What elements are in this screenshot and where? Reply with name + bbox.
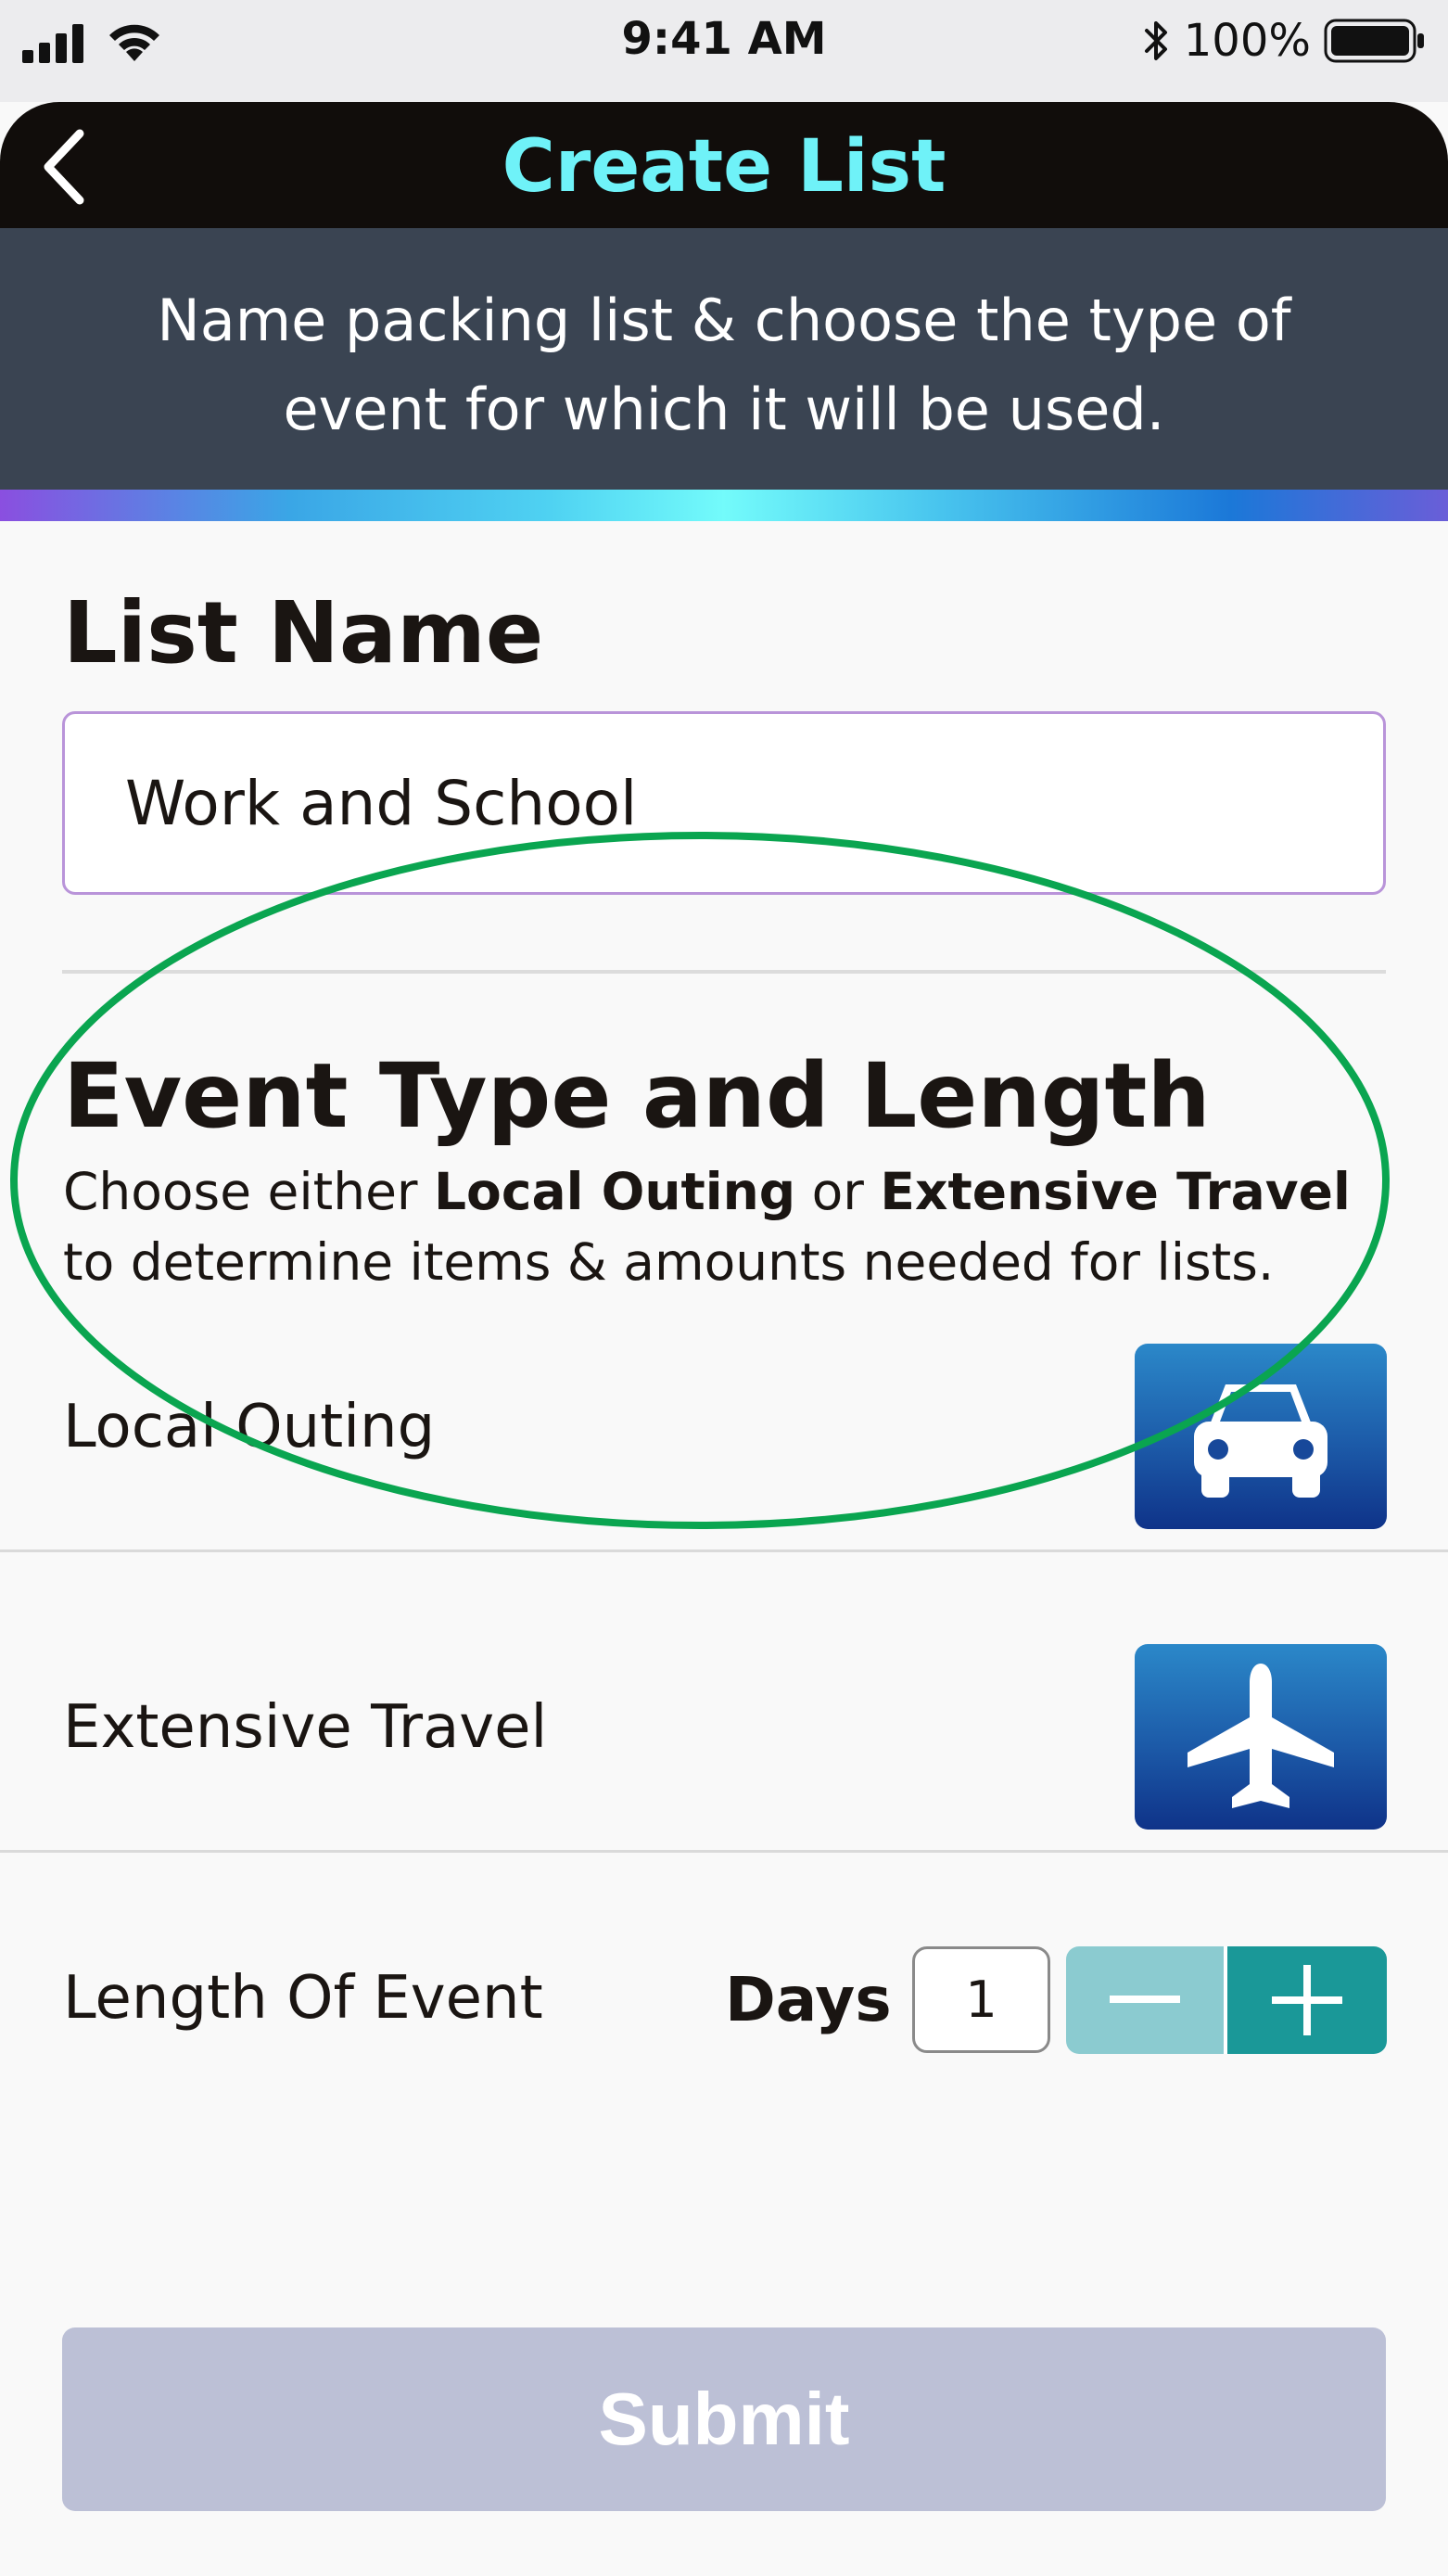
extensive-travel-label: Extensive Travel: [63, 1693, 548, 1762]
section-divider: [62, 970, 1386, 974]
row-divider: [0, 1850, 1448, 1853]
instruction-banner: Name packing list & choose the type of e…: [0, 228, 1448, 490]
list-name-input[interactable]: [62, 711, 1386, 895]
event-type-heading: Event Type and Length: [63, 1044, 1211, 1148]
local-outing-label: Local Outing: [63, 1393, 436, 1461]
submit-button[interactable]: Submit: [62, 2327, 1386, 2511]
event-type-description: Choose either Local Outing or Extensive …: [63, 1156, 1398, 1297]
desc-suffix: to determine items & amounts needed for …: [63, 1232, 1275, 1292]
status-bar: 9:41 AM 100%: [0, 0, 1448, 102]
battery-icon: [1324, 19, 1424, 63]
days-stepper: [1066, 1946, 1387, 2054]
bluetooth-icon: [1144, 21, 1167, 60]
row-divider: [0, 1549, 1448, 1552]
plus-icon: [1272, 1965, 1342, 2035]
decrement-button[interactable]: [1066, 1946, 1224, 2054]
increment-button[interactable]: [1227, 1946, 1387, 2054]
status-right-icons: 100%: [1143, 13, 1426, 69]
local-outing-button[interactable]: [1135, 1344, 1387, 1529]
nav-header: Create List: [0, 102, 1448, 228]
desc-extensive-travel: Extensive Travel: [880, 1162, 1351, 1221]
desc-prefix: Choose either: [63, 1162, 435, 1221]
length-of-event-label: Length Of Event: [63, 1964, 543, 2033]
desc-or: or: [795, 1162, 881, 1221]
list-name-heading: List Name: [63, 583, 544, 682]
gradient-divider: [0, 490, 1448, 521]
instruction-text: Name packing list & choose the type of e…: [157, 287, 1291, 443]
page-title: Create List: [502, 125, 946, 209]
extensive-travel-button[interactable]: [1135, 1644, 1387, 1830]
days-label: Days: [725, 1964, 892, 2035]
airplane-icon: [1188, 1664, 1334, 1808]
days-input[interactable]: [912, 1946, 1050, 2053]
battery-percentage: 100%: [1183, 15, 1311, 67]
minus-icon: [1110, 1996, 1180, 2003]
car-icon: [1194, 1384, 1327, 1498]
desc-local-outing: Local Outing: [434, 1162, 796, 1221]
